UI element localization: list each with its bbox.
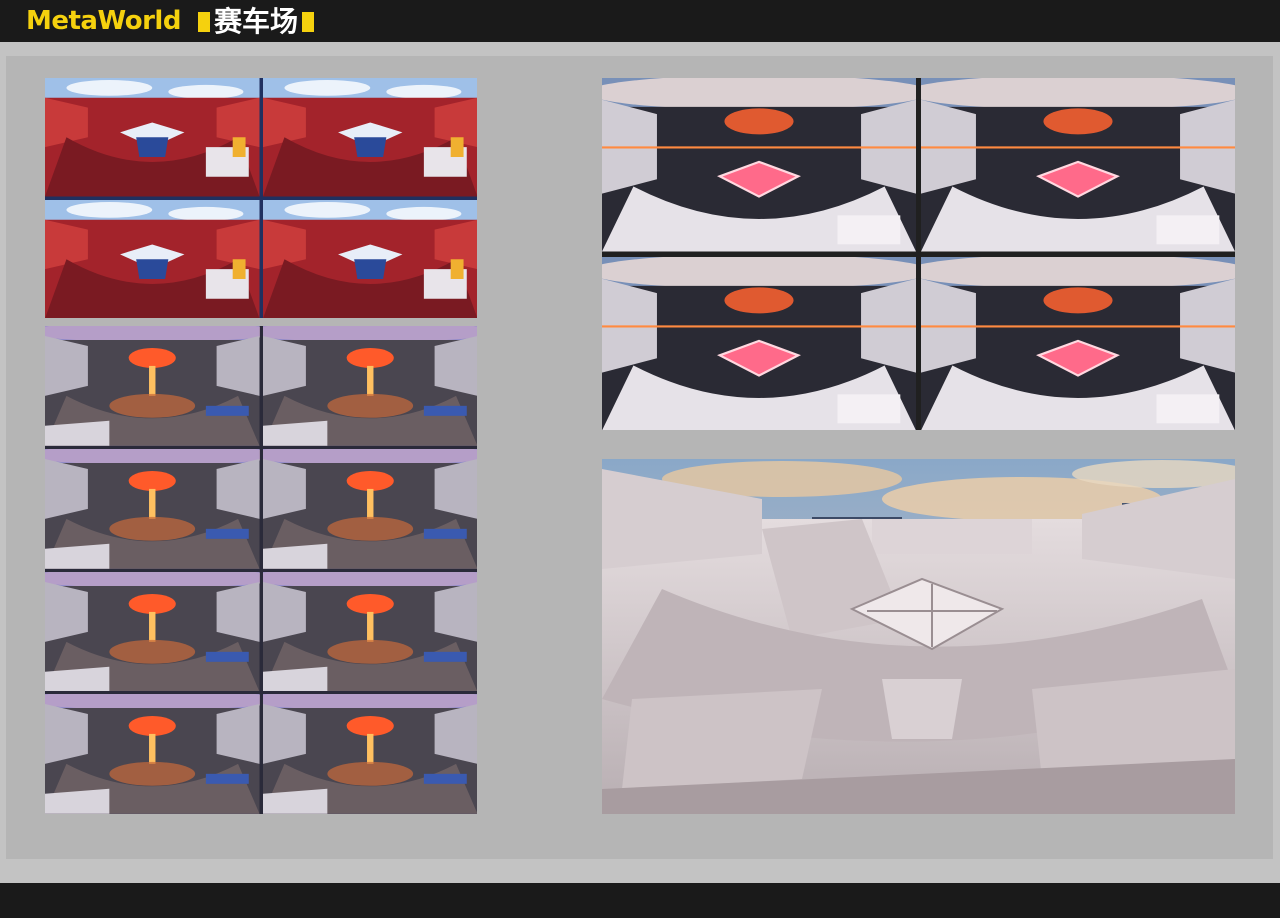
neon-stadium-thumbnail <box>602 78 916 252</box>
night-stadium-thumbnail <box>262 694 477 814</box>
night-stadium-thumbnail <box>45 694 260 814</box>
title-accent-left <box>198 12 210 32</box>
page-title: 赛车场 <box>214 5 299 38</box>
night-stadium-thumbnail <box>45 326 260 446</box>
neon-stadium-thumbnail <box>921 256 1235 430</box>
night-stadium-thumbnail <box>262 571 477 692</box>
title-accent-right <box>302 12 315 32</box>
red-stadium-thumbnail <box>45 78 260 197</box>
brand-logo: MetaWorld <box>26 6 181 36</box>
neon-stadium-thumbnail <box>921 78 1235 252</box>
footer-bar <box>0 883 1280 918</box>
header-bar: MetaWorld 赛车场 <box>0 0 1280 42</box>
page-title-group: 赛车场 <box>198 5 315 38</box>
red-stadium-thumbnail <box>45 199 260 318</box>
night-stadium-thumbnail <box>45 448 260 569</box>
night-stadium-thumbnail <box>262 326 477 446</box>
neon-stadium-grid <box>602 78 1235 430</box>
night-stadium-thumbnail <box>262 448 477 569</box>
clay-model-render <box>602 459 1235 814</box>
red-stadium-thumbnail <box>262 199 477 318</box>
night-stadium-grid <box>45 326 477 814</box>
neon-stadium-thumbnail <box>602 256 916 430</box>
red-stadium-thumbnail <box>262 78 477 197</box>
red-stadium-grid <box>45 78 477 318</box>
night-stadium-thumbnail <box>45 571 260 692</box>
